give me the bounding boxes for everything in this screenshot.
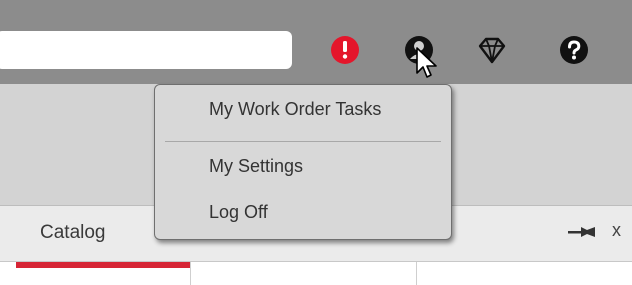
pin-icon[interactable] [568,224,598,245]
menu-item-my-settings[interactable]: My Settings [209,156,303,177]
table-header-row [0,261,632,285]
tab-catalog[interactable]: Catalog [40,222,106,244]
diamond-icon[interactable] [475,33,509,67]
help-icon[interactable] [557,33,591,67]
menu-divider [165,141,441,142]
menu-item-my-work-order-tasks[interactable]: My Work Order Tasks [209,99,381,120]
top-toolbar [0,0,632,84]
column-divider [190,262,191,285]
search-input[interactable] [0,31,292,69]
user-icon[interactable] [402,33,436,67]
column-divider [416,262,417,285]
active-tab-indicator [16,262,190,268]
alert-icon[interactable] [328,33,362,67]
user-menu-dropdown: My Work Order Tasks My Settings Log Off [154,84,452,240]
menu-item-log-off[interactable]: Log Off [209,202,268,223]
close-icon[interactable]: x [612,220,621,241]
